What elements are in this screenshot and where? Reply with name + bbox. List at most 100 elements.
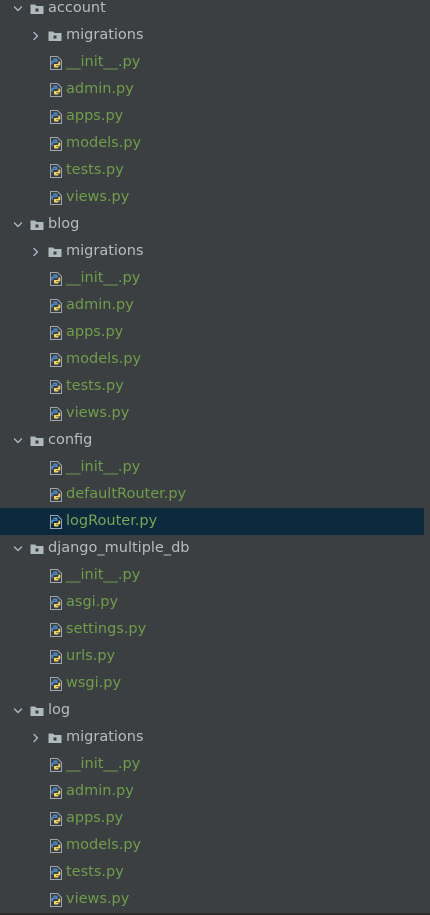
file-label: __init__.py (66, 270, 141, 286)
python-file-icon (48, 157, 64, 184)
file-label: defaultRouter.py (66, 486, 187, 502)
tree-file-row[interactable]: admin.py (0, 778, 424, 805)
folder-label: django_multiple_db (48, 540, 190, 556)
python-file-icon (48, 265, 64, 292)
tree-file-row[interactable]: urls.py (0, 643, 424, 670)
tree-folder-row[interactable]: migrations (0, 724, 424, 751)
tree-file-row[interactable]: tests.py (0, 373, 424, 400)
tree-file-row[interactable]: __init__.py (0, 751, 424, 778)
tree-file-row[interactable]: admin.py (0, 292, 424, 319)
python-file-icon (48, 76, 64, 103)
file-label: __init__.py (66, 459, 141, 475)
tree-file-row[interactable]: models.py (0, 130, 424, 157)
tree-folder-row[interactable]: migrations (0, 22, 424, 49)
tree-folder-row[interactable]: blog (0, 211, 424, 238)
tree-file-row[interactable]: models.py (0, 346, 424, 373)
tree-file-row[interactable]: apps.py (0, 319, 424, 346)
file-label: wsgi.py (66, 675, 122, 691)
python-file-icon (48, 859, 64, 886)
package-folder-icon (47, 724, 63, 751)
chevron-down-icon[interactable] (11, 535, 25, 562)
python-file-icon (48, 400, 64, 427)
python-file-icon (48, 481, 64, 508)
tree-file-row[interactable]: settings.py (0, 616, 424, 643)
tree-file-row[interactable]: tests.py (0, 859, 424, 886)
package-folder-icon (47, 22, 63, 49)
tree-file-row[interactable]: admin.py (0, 76, 424, 103)
file-label: urls.py (66, 648, 116, 664)
python-file-icon (48, 346, 64, 373)
chevron-down-icon[interactable] (11, 0, 25, 22)
file-label: apps.py (66, 324, 124, 340)
chevron-down-icon[interactable] (11, 697, 25, 724)
file-label: tests.py (66, 378, 124, 394)
tree-file-row[interactable]: logRouter.py (0, 508, 424, 535)
python-file-icon (48, 616, 64, 643)
file-label: __init__.py (66, 567, 141, 583)
python-file-icon (48, 562, 64, 589)
file-label: views.py (66, 405, 130, 421)
file-label: asgi.py (66, 594, 119, 610)
python-file-icon (48, 103, 64, 130)
tree-folder-row[interactable]: config (0, 427, 424, 454)
folder-label: migrations (66, 729, 144, 745)
tree-file-row[interactable]: views.py (0, 400, 424, 427)
python-file-icon (48, 319, 64, 346)
chevron-right-icon[interactable] (29, 238, 43, 265)
tree-folder-row[interactable]: account (0, 0, 424, 22)
file-label: views.py (66, 189, 130, 205)
chevron-down-icon[interactable] (11, 427, 25, 454)
python-file-icon (48, 130, 64, 157)
tree-file-row[interactable]: __init__.py (0, 562, 424, 589)
python-file-icon (48, 832, 64, 859)
tree-file-row[interactable]: asgi.py (0, 589, 424, 616)
chevron-right-icon[interactable] (29, 22, 43, 49)
tree-folder-row[interactable]: migrations (0, 238, 424, 265)
tree-file-row[interactable]: views.py (0, 184, 424, 211)
tree-file-row[interactable]: defaultRouter.py (0, 481, 424, 508)
tree-folder-row[interactable]: log (0, 697, 424, 724)
tree-file-row[interactable]: apps.py (0, 103, 424, 130)
tree-file-row[interactable]: views.py (0, 886, 424, 913)
folder-label: log (48, 702, 71, 718)
package-folder-icon (29, 211, 45, 238)
chevron-right-icon[interactable] (29, 724, 43, 751)
tree-file-row[interactable]: __init__.py (0, 49, 424, 76)
file-label: admin.py (66, 297, 134, 313)
tree-file-row[interactable]: apps.py (0, 805, 424, 832)
python-file-icon (48, 292, 64, 319)
tree-file-row[interactable]: __init__.py (0, 454, 424, 481)
tree-file-row[interactable]: models.py (0, 832, 424, 859)
python-file-icon (48, 373, 64, 400)
folder-label: migrations (66, 243, 144, 259)
tree-file-row[interactable]: wsgi.py (0, 670, 424, 697)
package-folder-icon (29, 427, 45, 454)
file-label: models.py (66, 135, 142, 151)
file-label: views.py (66, 891, 130, 907)
folder-label: blog (48, 216, 80, 232)
python-file-icon (48, 508, 64, 535)
folder-label: migrations (66, 27, 144, 43)
file-label: admin.py (66, 81, 134, 97)
package-folder-icon (29, 697, 45, 724)
folder-label: config (48, 432, 93, 448)
python-file-icon (48, 184, 64, 211)
python-file-icon (48, 778, 64, 805)
file-label: tests.py (66, 864, 124, 880)
python-file-icon (48, 589, 64, 616)
vertical-scrollbar[interactable] (424, 0, 430, 915)
file-label: settings.py (66, 621, 147, 637)
tree-file-row[interactable]: tests.py (0, 157, 424, 184)
file-label: admin.py (66, 783, 134, 799)
python-file-icon (48, 751, 64, 778)
python-file-icon (48, 805, 64, 832)
file-label: apps.py (66, 810, 124, 826)
folder-label: account (48, 0, 106, 16)
tree-file-row[interactable]: __init__.py (0, 265, 424, 292)
python-file-icon (48, 886, 64, 913)
file-label: tests.py (66, 162, 124, 178)
package-folder-icon (47, 238, 63, 265)
file-label: apps.py (66, 108, 124, 124)
tree-folder-row[interactable]: django_multiple_db (0, 535, 424, 562)
chevron-down-icon[interactable] (11, 211, 25, 238)
